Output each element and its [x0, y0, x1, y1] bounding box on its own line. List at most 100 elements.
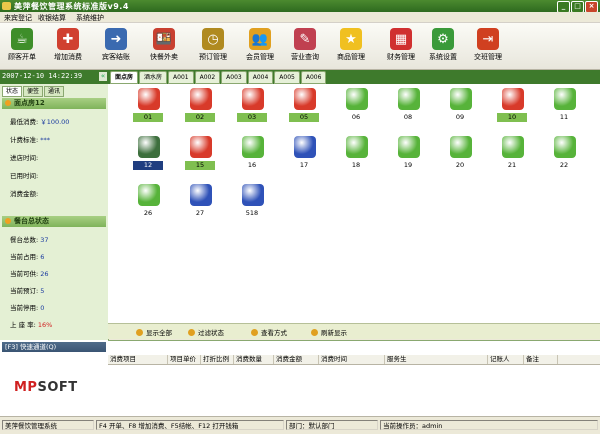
left-panel: 状态 便签 通讯 面点房12 最低消费: ￥100.00 计费标准: *** 进店时间:… — [0, 84, 109, 340]
toolbar-button-label: 财务管理 — [387, 53, 415, 61]
tab-3[interactable]: A002 — [194, 71, 221, 84]
toolbar-button-8[interactable]: ▦ 财务管理 — [381, 25, 421, 67]
column-header[interactable]: 消费金额 — [274, 355, 319, 364]
tab-1[interactable]: 酒水房 — [139, 71, 168, 84]
table-number: 27 — [195, 209, 205, 217]
table-refresh-icon — [398, 136, 420, 158]
toolbar-button-label: 顾客开单 — [8, 53, 36, 61]
tab-2[interactable]: A001 — [168, 71, 194, 84]
column-header[interactable]: 消费项目 — [108, 355, 168, 364]
column-header[interactable]: 项目单价 — [168, 355, 201, 364]
status-app-name: 美萍餐饮管理系统 — [2, 420, 94, 430]
toolbar-button-2[interactable]: ➜ 宾客结账 — [96, 25, 136, 67]
add-consume-icon: ✚ — [57, 28, 79, 50]
occupied-teacup-icon — [190, 136, 212, 158]
toolbar-button-9[interactable]: ⚙ 系统设置 — [423, 25, 463, 67]
show-all-button[interactable]: 显示全部 — [136, 327, 172, 337]
column-header[interactable]: 备注 — [524, 355, 558, 364]
clock-display: 2007-12-10 14:22:39 — [2, 72, 83, 80]
refresh-button[interactable]: 刷新显示 — [311, 327, 347, 337]
view-mode-button[interactable]: 查看方式 — [251, 327, 287, 337]
column-header[interactable]: 服务生 — [385, 355, 488, 364]
field-label: 进店时间: — [10, 154, 39, 162]
column-header[interactable]: 消费时间 — [319, 355, 385, 364]
main-toolbar: ☕ 顾客开单 ✚ 增加消费 ➜ 宾客结账 🍱 快餐外卖 ◷ 预订管理 👥 会员管理 ✎ 营业查询 ★ 商品管理… — [0, 23, 600, 70]
subtab-comm[interactable]: 通讯 — [44, 86, 65, 97]
table-tile[interactable]: 22 — [528, 134, 600, 174]
room-panel-title: 面点房12 — [14, 99, 45, 107]
subtab-notes[interactable]: 便签 — [23, 86, 44, 97]
table-tile[interactable]: 11 — [528, 86, 600, 126]
summary-panel-header: 餐台总状态 — [2, 216, 106, 227]
summary_panel-field: 上 座 率: 16% — [10, 319, 52, 329]
field-value: ￥100.00 — [40, 118, 70, 126]
table-tile[interactable]: 518 — [216, 182, 288, 222]
toolbar-button-label: 营业查询 — [291, 53, 319, 61]
table-number: 21 — [507, 161, 517, 169]
toolbar-button-label: 系统设置 — [429, 53, 457, 61]
gear-icon: ⚙ — [432, 28, 454, 50]
table-number: 08 — [403, 113, 413, 121]
column-header[interactable]: 消费数量 — [234, 355, 274, 364]
menu-item-guest[interactable]: 来宾登记 — [4, 13, 32, 23]
menu-item-cashier[interactable]: 收银结算 — [38, 13, 66, 23]
tab-7[interactable]: A006 — [300, 71, 327, 84]
column-header[interactable]: 打折比例 — [201, 355, 234, 364]
field-label: 当前停用: — [10, 304, 39, 312]
toolbar-button-0[interactable]: ☕ 顾客开单 — [2, 25, 42, 67]
query-icon: ✎ — [294, 28, 316, 50]
status-shortcuts: F4 开单、F8 增加消费、F5结帐、F12 打开钱箱 — [96, 420, 284, 430]
tab-4[interactable]: A003 — [221, 71, 247, 84]
field-label: 当前占用: — [10, 253, 39, 261]
table-number: 11 — [559, 113, 569, 121]
filter-status-button[interactable]: 过滤状态 — [188, 327, 224, 337]
tab-0[interactable]: 面点房 — [110, 71, 139, 84]
table-number: 18 — [351, 161, 361, 169]
table-refresh-icon — [346, 136, 368, 158]
field-label: 计费标准: — [10, 136, 39, 144]
members-icon: 👥 — [249, 28, 271, 50]
table-refresh-icon — [554, 136, 576, 158]
subtab-status[interactable]: 状态 — [2, 86, 23, 97]
collapse-left-icon[interactable]: « — [99, 72, 107, 81]
teacup-icon: ☕ — [11, 28, 33, 50]
toolbar-button-6[interactable]: ✎ 营业查询 — [285, 25, 325, 67]
table-number: 05 — [289, 113, 319, 122]
toolbar-button-label: 预订管理 — [199, 53, 227, 61]
field-value: 6 — [40, 253, 45, 261]
table-refresh-icon — [138, 184, 160, 206]
toolbar-button-5[interactable]: 👥 会员管理 — [240, 25, 280, 67]
summary_panel-field: 当前预订: 5 — [10, 285, 44, 295]
tab-5[interactable]: A004 — [247, 71, 274, 84]
table-number: 01 — [133, 113, 163, 122]
toolbar-button-10[interactable]: ⇥ 交班管理 — [468, 25, 508, 67]
field-label: 餐台总数: — [10, 236, 39, 244]
table-number: 26 — [143, 209, 153, 217]
table-refresh-icon — [242, 184, 264, 206]
toolbar-button-label: 增加消费 — [54, 53, 82, 61]
quick-access-title[interactable]: [F3] 快速通道(Q) — [2, 342, 106, 352]
tab-strip: 2007-12-10 14:22:39 « 面点房 酒水房 A001 A002 A003… — [0, 70, 600, 84]
table-refresh-icon — [242, 136, 264, 158]
tab-6[interactable]: A005 — [274, 71, 300, 84]
menu-bar: 来宾登记 收银结算 系统维护 — [0, 12, 600, 23]
toolbar-button-1[interactable]: ✚ 增加消费 — [48, 25, 88, 67]
room_panel-field: 进店时间: — [10, 152, 40, 162]
column-header[interactable]: 记账人 — [488, 355, 524, 364]
toolbar-button-4[interactable]: ◷ 预订管理 — [193, 25, 233, 67]
mpsoft-logo: MPSOFT — [14, 380, 78, 395]
room_panel-field: 计费标准: *** — [10, 134, 50, 144]
takeaway-icon: 🍱 — [153, 28, 175, 50]
field-value: *** — [40, 136, 50, 144]
menu-item-system[interactable]: 系统维护 — [76, 13, 104, 23]
table-number: 10 — [497, 113, 527, 122]
table-number: 22 — [559, 161, 569, 169]
quick-access-panel: [F3] 快速通道(Q) MPSOFT — [0, 340, 109, 416]
table-refresh-icon — [398, 88, 420, 110]
toolbar-button-7[interactable]: ★ 商品管理 — [331, 25, 371, 67]
field-label: 当前可供: — [10, 270, 39, 278]
table-number: 16 — [247, 161, 257, 169]
toolbar-button-3[interactable]: 🍱 快餐外卖 — [144, 25, 184, 67]
consumption-table: 消费项目 项目单价 打折比例 消费数量 消费金额 消费时间 服务生 记账人 备注 — [108, 340, 600, 417]
summary_panel-field: 餐台总数: 37 — [10, 234, 48, 244]
